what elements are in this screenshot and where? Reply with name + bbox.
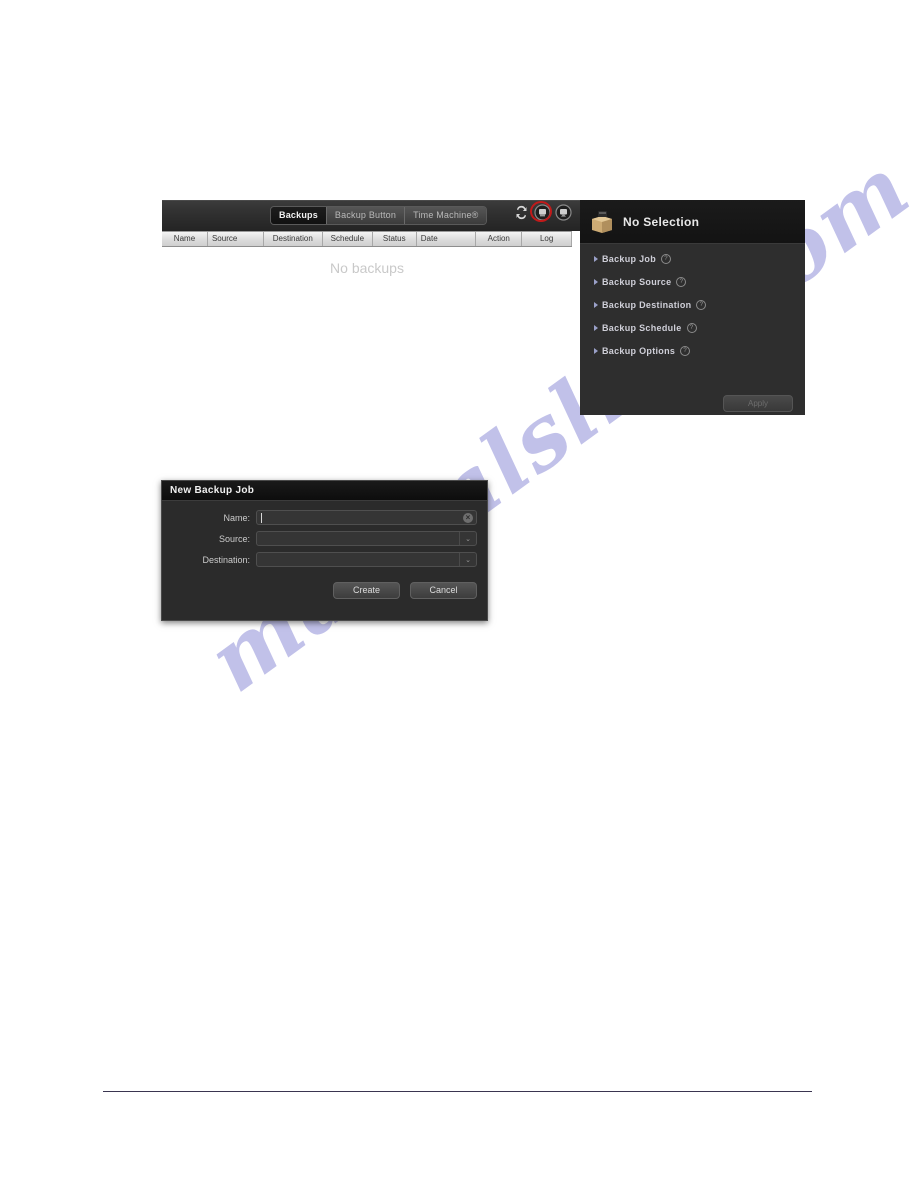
field-row-name: Name: ×	[172, 510, 477, 525]
add-backup-icon[interactable]	[530, 201, 552, 222]
destination-select[interactable]: ⌄	[256, 552, 477, 567]
column-header-destination[interactable]: Destination	[264, 232, 323, 246]
column-header-schedule[interactable]: Schedule	[323, 232, 373, 246]
tab-backups[interactable]: Backups	[271, 207, 327, 224]
section-label: Backup Schedule	[602, 323, 682, 333]
name-input[interactable]: ×	[256, 510, 477, 525]
inspector-title: No Selection	[623, 214, 700, 229]
column-header-action[interactable]: Action	[476, 232, 523, 246]
field-row-source: Source: ⌄	[172, 531, 477, 546]
empty-list-message: No backups	[330, 260, 404, 276]
help-icon[interactable]: ?	[696, 300, 707, 310]
help-icon[interactable]: ?	[661, 254, 672, 264]
inspector-section-backup-options[interactable]: Backup Options ?	[594, 346, 805, 356]
window-toolbar: Backups Backup Button Time Machine®	[162, 200, 580, 231]
dialog-title-bar: New Backup Job	[162, 481, 487, 501]
section-label: Backup Job	[602, 254, 657, 264]
view-tab-group: Backups Backup Button Time Machine®	[270, 206, 488, 225]
inspector-section-backup-job[interactable]: Backup Job ?	[594, 254, 805, 264]
dialog-title: New Backup Job	[170, 485, 255, 496]
backup-table-header: Name Source Destination Schedule Status …	[162, 231, 572, 247]
inspector-panel: No Selection Backup Job ? Backup Source …	[580, 200, 805, 415]
backup-manager-window: Backups Backup Button Time Machine® Name…	[162, 200, 580, 248]
chevron-down-icon[interactable]: ⌄	[459, 553, 476, 566]
toolbar-icon-group	[513, 201, 572, 222]
dialog-body: Name: × Source: ⌄ Destination: ⌄	[162, 501, 487, 567]
name-field-label: Name:	[223, 512, 250, 523]
dialog-button-row: Create Cancel	[162, 573, 487, 599]
restore-backup-icon[interactable]	[555, 204, 572, 221]
new-backup-job-dialog: New Backup Job Name: × Source: ⌄ Destina…	[161, 480, 488, 621]
source-field-label: Source:	[218, 533, 250, 544]
column-header-date[interactable]: Date	[417, 232, 477, 246]
column-header-status[interactable]: Status	[373, 232, 417, 246]
source-select[interactable]: ⌄	[256, 531, 477, 546]
cancel-button[interactable]: Cancel	[410, 582, 477, 599]
tab-time-machine[interactable]: Time Machine®	[405, 207, 487, 224]
column-header-name[interactable]: Name	[162, 232, 208, 246]
clear-icon[interactable]: ×	[463, 513, 473, 523]
section-label: Backup Source	[602, 277, 672, 287]
backup-list-body: No backups	[162, 248, 580, 318]
inspector-section-backup-destination[interactable]: Backup Destination ?	[594, 300, 805, 310]
inspector-sections: Backup Job ? Backup Source ? Backup Dest…	[580, 244, 805, 424]
text-caret	[261, 513, 262, 523]
disclosure-triangle-icon	[594, 256, 598, 262]
create-button[interactable]: Create	[333, 582, 400, 599]
inspector-section-backup-schedule[interactable]: Backup Schedule ?	[594, 323, 805, 333]
column-header-source[interactable]: Source	[208, 232, 264, 246]
page-footer-rule	[103, 1091, 812, 1092]
destination-field-label: Destination:	[202, 554, 250, 565]
help-icon[interactable]: ?	[686, 323, 697, 333]
column-header-log[interactable]: Log	[522, 232, 572, 246]
disclosure-triangle-icon	[594, 302, 598, 308]
chevron-down-icon[interactable]: ⌄	[459, 532, 476, 545]
apply-button[interactable]: Apply	[723, 395, 793, 412]
refresh-icon[interactable]	[513, 204, 530, 221]
disclosure-triangle-icon	[594, 348, 598, 354]
disclosure-triangle-icon	[594, 279, 598, 285]
section-label: Backup Destination	[602, 300, 692, 310]
help-icon[interactable]: ?	[676, 277, 687, 287]
section-label: Backup Options	[602, 346, 676, 356]
backup-box-icon	[589, 210, 615, 234]
disclosure-triangle-icon	[594, 325, 598, 331]
tab-backup-button[interactable]: Backup Button	[326, 207, 406, 224]
field-row-destination: Destination: ⌄	[172, 552, 477, 567]
inspector-section-backup-source[interactable]: Backup Source ?	[594, 277, 805, 287]
annotation-highlight-circle	[530, 201, 552, 222]
help-icon[interactable]: ?	[680, 346, 691, 356]
inspector-header: No Selection	[580, 200, 805, 244]
